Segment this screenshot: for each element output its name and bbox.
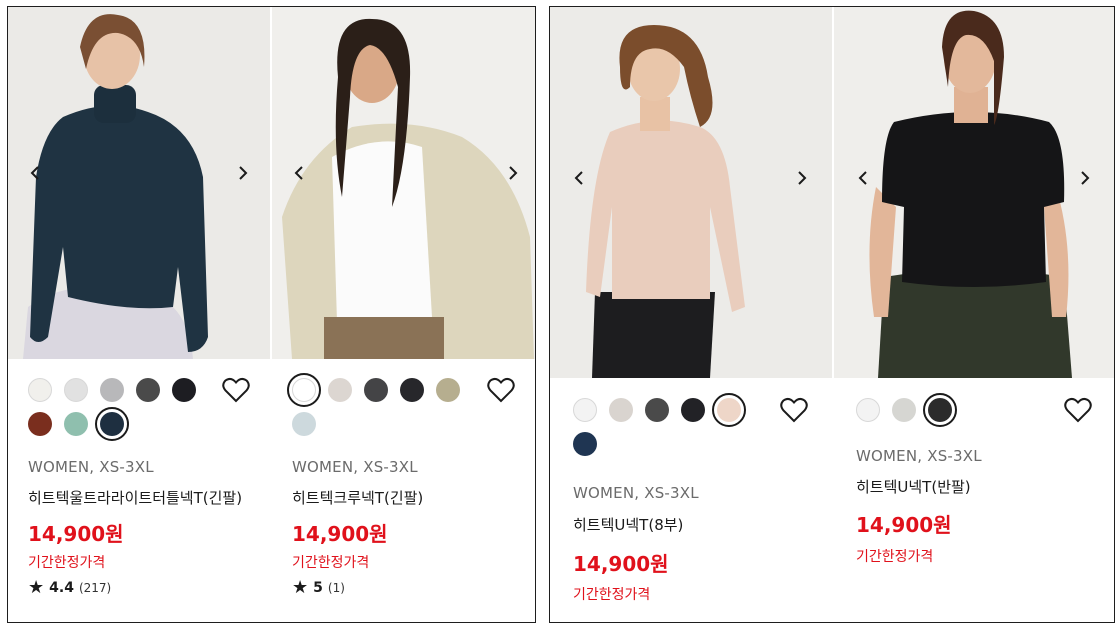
product-price: 14,900원: [28, 522, 124, 546]
color-swatch[interactable]: [172, 378, 196, 402]
color-swatch[interactable]: [364, 378, 388, 402]
heart-outline-icon[interactable]: [222, 377, 250, 403]
color-swatch[interactable]: [436, 378, 460, 402]
product-category: WOMEN, XS-3XL: [292, 458, 418, 476]
color-swatch[interactable]: [328, 378, 352, 402]
color-swatch-list: [287, 373, 472, 436]
model-photo: [272, 7, 535, 359]
heart-outline-icon[interactable]: [1064, 397, 1092, 423]
product-name[interactable]: 히트텍울트라라이트터틀넥T(긴팔): [28, 487, 242, 508]
star-icon: ★: [28, 577, 45, 598]
product-image[interactable]: [550, 7, 832, 378]
review-count: (1): [327, 581, 345, 595]
product-name[interactable]: 히트텍U넥T(반팔): [856, 476, 971, 497]
product-price: 14,900원: [573, 552, 669, 576]
product-card[interactable]: WOMEN, XS-3XL 히트텍U넥T(8부) 14,900원 기간한정가격: [550, 7, 832, 603]
color-swatch[interactable]: [28, 412, 52, 436]
product-card[interactable]: WOMEN, XS-3XL 히트텍U넥T(반팔) 14,900원 기간한정가격: [834, 7, 1114, 565]
heart-outline-icon[interactable]: [780, 397, 808, 423]
product-image[interactable]: [272, 7, 535, 359]
chevron-right-icon[interactable]: [502, 162, 524, 184]
chevron-left-icon[interactable]: [24, 162, 46, 184]
model-photo: [834, 7, 1114, 378]
color-swatch[interactable]: [64, 378, 88, 402]
rating-score: 5: [313, 580, 323, 596]
product-category: WOMEN, XS-3XL: [856, 447, 982, 465]
color-swatch[interactable]: [400, 378, 424, 402]
product-rating: ★ 5 (1): [292, 579, 345, 597]
product-rating: ★ 4.4 (217): [28, 579, 111, 597]
color-swatch[interactable]: [287, 373, 321, 407]
chevron-right-icon[interactable]: [791, 167, 813, 189]
color-swatch-list: [856, 393, 1046, 427]
color-swatch[interactable]: [100, 378, 124, 402]
product-price: 14,900원: [856, 513, 952, 537]
model-photo: [8, 7, 270, 359]
product-name[interactable]: 히트텍U넥T(8부): [573, 514, 683, 535]
color-swatch[interactable]: [892, 398, 916, 422]
promo-label: 기간한정가격: [292, 555, 370, 571]
color-swatch[interactable]: [292, 412, 316, 436]
heart-outline-icon[interactable]: [487, 377, 515, 403]
color-swatch[interactable]: [712, 393, 746, 427]
chevron-left-icon[interactable]: [568, 167, 590, 189]
color-swatch[interactable]: [95, 407, 129, 441]
color-swatch[interactable]: [573, 432, 597, 456]
product-category: WOMEN, XS-3XL: [28, 458, 154, 476]
chevron-right-icon[interactable]: [1074, 167, 1096, 189]
color-swatch[interactable]: [609, 398, 633, 422]
product-name[interactable]: 히트텍크루넥T(긴팔): [292, 487, 423, 508]
star-icon: ★: [292, 577, 309, 598]
color-swatch[interactable]: [573, 398, 597, 422]
color-swatch[interactable]: [28, 378, 52, 402]
product-image[interactable]: [834, 7, 1114, 378]
promo-label: 기간한정가격: [573, 587, 651, 603]
color-swatch[interactable]: [645, 398, 669, 422]
product-image[interactable]: [8, 7, 270, 359]
chevron-left-icon[interactable]: [288, 162, 310, 184]
color-swatch[interactable]: [64, 412, 88, 436]
product-card[interactable]: WOMEN, XS-3XL 히트텍울트라라이트터틀넥T(긴팔) 14,900원 …: [8, 7, 270, 597]
product-category: WOMEN, XS-3XL: [573, 484, 699, 502]
product-panel-left: WOMEN, XS-3XL 히트텍울트라라이트터틀넥T(긴팔) 14,900원 …: [7, 6, 536, 623]
chevron-left-icon[interactable]: [852, 167, 874, 189]
product-panel-right: WOMEN, XS-3XL 히트텍U넥T(8부) 14,900원 기간한정가격: [549, 6, 1115, 623]
color-swatch[interactable]: [856, 398, 880, 422]
color-swatch[interactable]: [923, 393, 957, 427]
rating-score: 4.4: [49, 580, 74, 596]
model-photo: [550, 7, 832, 378]
color-swatch-list: [573, 393, 763, 456]
promo-label: 기간한정가격: [856, 549, 934, 565]
promo-label: 기간한정가격: [28, 555, 106, 571]
color-swatch[interactable]: [136, 378, 160, 402]
chevron-right-icon[interactable]: [232, 162, 254, 184]
review-count: (217): [78, 581, 112, 595]
product-price: 14,900원: [292, 522, 388, 546]
color-swatch[interactable]: [681, 398, 705, 422]
product-card[interactable]: WOMEN, XS-3XL 히트텍크루넥T(긴팔) 14,900원 기간한정가격…: [272, 7, 535, 597]
color-swatch-list: [28, 378, 208, 441]
